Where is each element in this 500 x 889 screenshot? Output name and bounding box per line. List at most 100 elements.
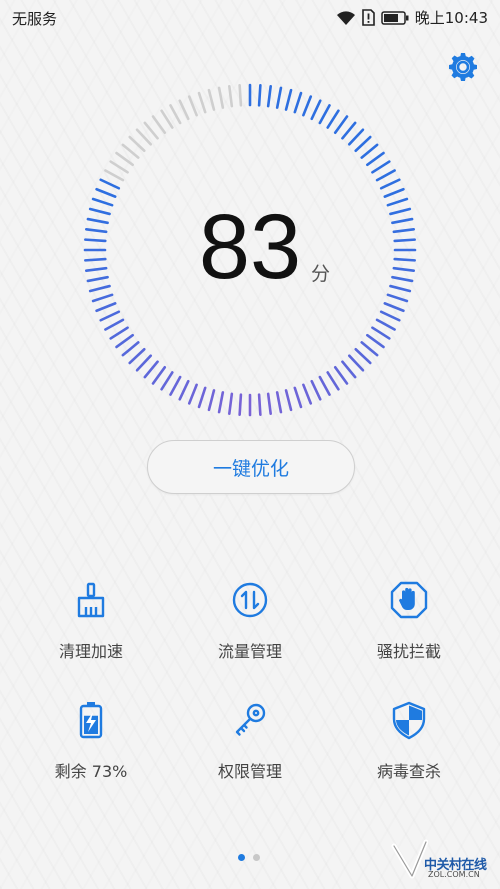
gauge-tick (375, 318, 396, 331)
shield-icon (392, 701, 426, 740)
gauge-tick (347, 128, 365, 146)
gauge-tick (238, 393, 243, 416)
gauge-tick (393, 257, 416, 262)
gauge-tick (109, 326, 129, 340)
gauge-tick (354, 135, 372, 153)
page-indicator (238, 854, 260, 861)
gauge-tick (84, 257, 107, 262)
gauge-tick (187, 95, 198, 117)
gauge-tick (84, 238, 107, 243)
gauge-tick (257, 84, 262, 107)
block-hand-icon (390, 581, 428, 619)
battery-icon (79, 702, 103, 739)
settings-button[interactable] (446, 50, 480, 84)
gauge-tick (318, 104, 331, 125)
gauge-tick (109, 160, 129, 174)
gauge-tick (86, 217, 109, 225)
feature-tile-traffic[interactable]: 流量管理 (167, 580, 333, 680)
page-dot[interactable] (253, 854, 260, 861)
gauge-tick (310, 99, 322, 121)
gauge-tick (151, 366, 167, 385)
gauge-tick (371, 160, 391, 174)
feature-label-traffic: 流量管理 (217, 642, 282, 661)
gauge-tick (135, 128, 153, 146)
gauge-tick (383, 187, 405, 198)
feature-tile-battery[interactable]: 剩余 73% (8, 700, 174, 800)
gauge-tick (128, 135, 146, 153)
gauge-tick (266, 392, 272, 416)
gauge-tick (197, 91, 207, 114)
gauge-tick (160, 109, 174, 129)
score-unit: 分 (311, 263, 331, 285)
gauge-tick (143, 360, 159, 379)
data-traffic-icon (232, 582, 268, 618)
gauge-tick (392, 228, 416, 234)
status-bar: 无服务 晚上10:43 (0, 0, 500, 36)
key-icon (235, 703, 266, 736)
gauge-tick (333, 115, 349, 134)
gauge-tick (169, 375, 182, 396)
gauge-tick (121, 341, 140, 357)
gauge-tick (84, 228, 108, 234)
gauge-tick (379, 310, 401, 322)
gauge-tick (386, 197, 409, 207)
gauge-tick (393, 238, 416, 243)
gauge-tick (99, 178, 121, 190)
gauge-tick (104, 169, 125, 182)
gauge-tick (207, 88, 216, 111)
gauge-tick (389, 207, 412, 216)
gauge-tick (391, 217, 414, 225)
gauge-tick (275, 391, 283, 414)
gauge-tick (135, 354, 153, 372)
sim-alert-icon (361, 9, 375, 26)
gauge-tick (341, 360, 357, 379)
one-click-optimize-button[interactable]: 一键优化 (147, 440, 355, 494)
page-dot[interactable] (238, 854, 245, 861)
clock-label: 晚上10:43 (414, 9, 488, 27)
gauge-tick (389, 284, 412, 293)
gauge-tick (371, 326, 391, 340)
gauge-tick (99, 310, 121, 322)
gauge-tick (228, 392, 234, 416)
feature-label-harassment: 骚扰拦截 (376, 642, 441, 661)
feature-tile-permission[interactable]: 权限管理 (167, 700, 333, 800)
gauge-tick (284, 88, 293, 111)
gauge-tick (217, 391, 225, 414)
feature-tile-virus[interactable]: 病毒查杀 (326, 700, 492, 800)
gauge-tick (115, 333, 134, 349)
gauge-tick (91, 293, 114, 303)
gauge-tick (341, 121, 357, 140)
gauge-tick (354, 347, 372, 365)
gauge-tick (326, 109, 340, 129)
gauge-tick (379, 178, 401, 190)
gauge-tick (326, 371, 340, 391)
feature-label-battery: 剩余 73% (54, 762, 128, 781)
watermark-sub: ZOL.COM.CN (428, 870, 480, 879)
status-icons: 晚上10:43 (336, 7, 488, 28)
gauge-tick (266, 84, 272, 108)
gauge-tick (88, 284, 111, 293)
feature-tile-harassment[interactable]: 骚扰拦截 (326, 580, 492, 680)
gauge-tick (366, 151, 385, 167)
gauge-tick (360, 143, 379, 159)
gauge-tick (151, 115, 167, 134)
gauge-tick (95, 302, 117, 313)
gauge-tick (228, 84, 234, 108)
gauge-tick (284, 389, 293, 412)
gear-icon (449, 53, 477, 81)
carrier-label: 无服务 (12, 10, 58, 28)
gauge-tick (347, 354, 365, 372)
zol-watermark: 中关村在线 ZOL.COM.CN (388, 838, 496, 884)
gauge-tick (197, 386, 207, 409)
feature-label-virus: 病毒查杀 (376, 762, 441, 781)
gauge-tick (375, 169, 396, 182)
gauge-tick (392, 266, 416, 272)
gauge-tick (128, 347, 146, 365)
gauge-tick (84, 266, 108, 272)
feature-tile-clean[interactable]: 清理加速 (8, 580, 174, 680)
gauge-tick (178, 379, 190, 401)
gauge-tick (187, 383, 198, 405)
zol-logo-icon (391, 839, 428, 879)
gauge-tick (238, 84, 243, 107)
gauge-tick (86, 275, 109, 283)
